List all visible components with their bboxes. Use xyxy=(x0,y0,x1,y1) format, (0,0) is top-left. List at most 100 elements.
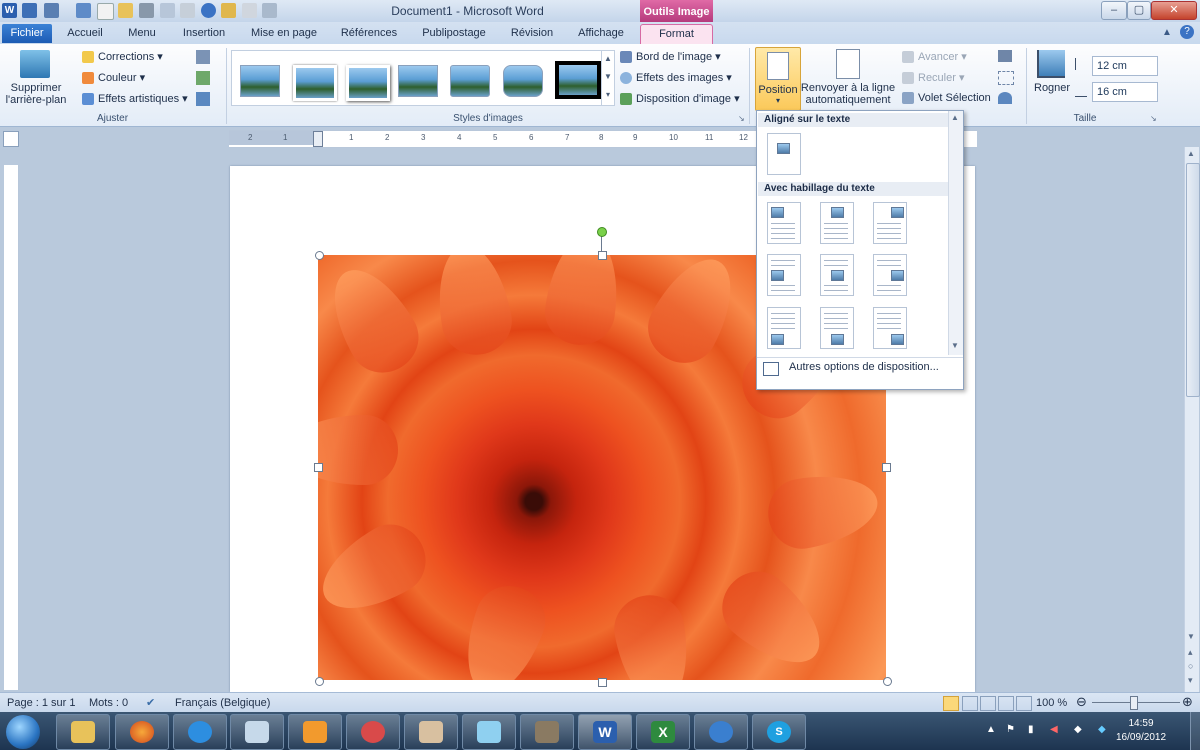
taskbar-app[interactable] xyxy=(230,714,284,750)
send-backward-button[interactable]: Reculer ▾ xyxy=(902,71,964,85)
volume-icon[interactable]: ◀ xyxy=(1050,724,1058,735)
bring-forward-button[interactable]: Avancer ▾ xyxy=(902,50,967,64)
position-top-center-option[interactable] xyxy=(820,202,854,244)
tab-affichage[interactable]: Affichage xyxy=(570,24,632,43)
reset-picture-icon[interactable] xyxy=(196,92,210,106)
full-screen-reading-icon[interactable] xyxy=(962,696,978,711)
taskbar-notes[interactable] xyxy=(462,714,516,750)
picture-effects-button[interactable]: Effets des images ▾ xyxy=(620,71,732,85)
taskbar-gimp[interactable] xyxy=(520,714,574,750)
browse-object-icon[interactable]: ○ xyxy=(1188,661,1193,671)
taskbar-paint[interactable] xyxy=(404,714,458,750)
width-input[interactable]: 16 cm xyxy=(1092,82,1158,102)
language-indicator[interactable]: Français (Belgique) xyxy=(175,697,270,709)
more-layout-options[interactable]: Autres options de disposition... xyxy=(789,361,939,373)
crop-icon[interactable] xyxy=(1037,50,1065,78)
picture-layout-button[interactable]: Disposition d'image ▾ xyxy=(620,92,740,106)
next-page-icon[interactable]: ▾ xyxy=(1188,675,1193,686)
position-bottom-left-option[interactable] xyxy=(767,307,801,349)
flag-icon[interactable]: ⚑ xyxy=(1006,724,1015,735)
indent-marker[interactable] xyxy=(313,131,323,147)
show-desktop-button[interactable] xyxy=(1190,712,1200,750)
web-layout-icon[interactable] xyxy=(980,696,996,711)
draft-icon[interactable] xyxy=(1016,696,1032,711)
tab-format[interactable]: Format xyxy=(640,24,713,44)
style-thumbnail[interactable] xyxy=(398,65,438,97)
selection-pane-button[interactable]: Volet Sélection xyxy=(902,92,991,105)
taskbar-firefox[interactable] xyxy=(115,714,169,750)
corrections-button[interactable]: Corrections ▾ xyxy=(82,50,163,64)
maximize-button[interactable]: ▢ xyxy=(1127,1,1151,20)
word-count[interactable]: Mots : 0 xyxy=(89,697,128,709)
taskbar-explorer[interactable] xyxy=(56,714,110,750)
tab-references[interactable]: Références xyxy=(336,24,402,43)
picture-border-button[interactable]: Bord de l'image ▾ xyxy=(620,50,721,64)
dialog-launcher-icon[interactable]: ↘ xyxy=(738,114,745,123)
resize-handle-bottom[interactable] xyxy=(598,678,607,687)
taskbar-word[interactable]: W xyxy=(578,714,632,750)
dialog-launcher-icon[interactable]: ↘ xyxy=(1150,114,1157,123)
tab-menu[interactable]: Menu xyxy=(122,24,162,43)
position-top-left-option[interactable] xyxy=(767,202,801,244)
tab-mise-en-page[interactable]: Mise en page xyxy=(246,24,322,43)
tab-insertion[interactable]: Insertion xyxy=(176,24,232,43)
style-thumbnail-selected[interactable] xyxy=(555,61,601,99)
tab-selector[interactable] xyxy=(3,131,19,147)
scroll-up-icon[interactable]: ▲ xyxy=(951,113,959,122)
position-top-right-option[interactable] xyxy=(873,202,907,244)
remove-background-button[interactable]: Supprimer l'arrière-plan xyxy=(4,82,68,106)
style-thumbnail[interactable] xyxy=(503,65,543,97)
height-input[interactable]: 12 cm xyxy=(1092,56,1158,76)
clock[interactable]: 14:59 16/09/2012 xyxy=(1116,717,1166,745)
style-thumbnail[interactable] xyxy=(293,65,337,101)
align-icon[interactable] xyxy=(998,50,1012,62)
dropdown-scrollbar[interactable]: ▲ ▼ xyxy=(948,111,963,355)
taskbar-excel[interactable]: X xyxy=(636,714,690,750)
group-icon[interactable] xyxy=(998,71,1014,85)
taskbar-media[interactable] xyxy=(288,714,342,750)
position-inline-option[interactable] xyxy=(767,133,801,175)
resize-handle-bottom-right[interactable] xyxy=(883,677,892,686)
scroll-down-icon[interactable]: ▼ xyxy=(951,341,959,350)
crop-button[interactable]: Rogner xyxy=(1034,82,1070,94)
resize-handle-right[interactable] xyxy=(882,463,891,472)
picture-styles-gallery[interactable] xyxy=(231,50,615,106)
outline-icon[interactable] xyxy=(998,696,1014,711)
page-count[interactable]: Page : 1 sur 1 xyxy=(7,697,76,709)
tab-accueil[interactable]: Accueil xyxy=(62,24,108,43)
rotate-icon[interactable] xyxy=(998,92,1012,104)
remove-background-icon[interactable] xyxy=(20,50,50,78)
resize-handle-top[interactable] xyxy=(598,251,607,260)
position-middle-right-option[interactable] xyxy=(873,254,907,296)
resize-handle-top-left[interactable] xyxy=(315,251,324,260)
color-button[interactable]: Couleur ▾ xyxy=(82,71,145,85)
signal-icon[interactable]: ▮ xyxy=(1028,724,1034,735)
zoom-level[interactable]: 100 % xyxy=(1036,697,1067,709)
dropbox-icon[interactable]: ◆ xyxy=(1098,724,1106,735)
zoom-out-icon[interactable]: ⊖ xyxy=(1076,694,1087,710)
print-layout-icon[interactable] xyxy=(943,696,959,711)
tab-fichier[interactable]: Fichier xyxy=(2,24,52,43)
gallery-scroll[interactable]: ▲ ▼ ▾ xyxy=(601,50,614,106)
previous-page-icon[interactable]: ▴ xyxy=(1188,647,1193,658)
style-thumbnail[interactable] xyxy=(240,65,280,97)
proofing-icon[interactable]: ✔ xyxy=(146,696,160,709)
resize-handle-bottom-left[interactable] xyxy=(315,677,324,686)
minimize-button[interactable]: – xyxy=(1101,1,1127,20)
position-bottom-center-option[interactable] xyxy=(820,307,854,349)
close-button[interactable]: ✕ xyxy=(1151,1,1197,20)
position-middle-left-option[interactable] xyxy=(767,254,801,296)
zoom-slider-thumb[interactable] xyxy=(1130,696,1138,710)
taskbar-ie[interactable] xyxy=(173,714,227,750)
compress-pictures-icon[interactable] xyxy=(196,50,210,64)
taskbar-snipping[interactable] xyxy=(346,714,400,750)
show-hidden-icons[interactable]: ▲ xyxy=(986,724,996,735)
wrap-text-button[interactable]: Renvoyer à la ligne automatiquement xyxy=(800,82,896,106)
style-thumbnail[interactable] xyxy=(450,65,490,97)
taskbar-thunderbird[interactable] xyxy=(694,714,748,750)
tab-publipostage[interactable]: Publipostage xyxy=(414,24,494,43)
position-middle-center-option[interactable] xyxy=(820,254,854,296)
scroll-thumb[interactable] xyxy=(1186,163,1200,397)
rotation-handle[interactable] xyxy=(597,227,607,237)
collapse-ribbon-icon[interactable]: ▲ xyxy=(1162,27,1172,38)
